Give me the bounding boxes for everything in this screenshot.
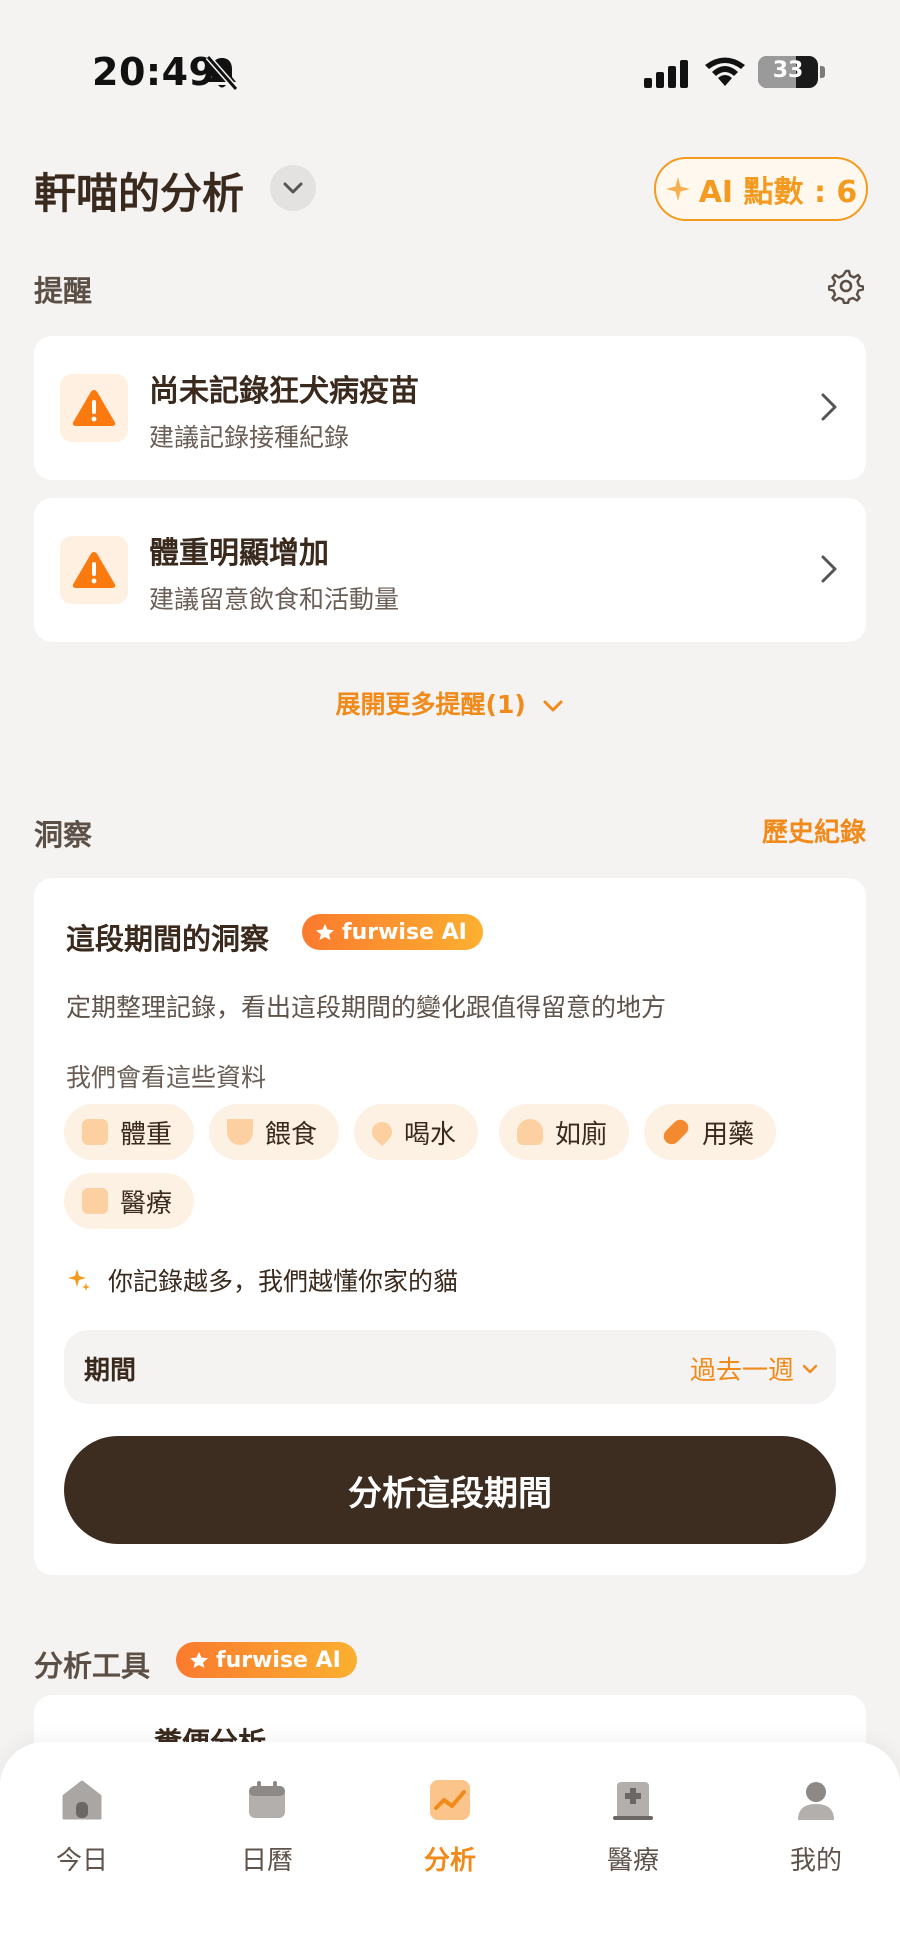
nav-label: 醫療 (606, 1846, 659, 1876)
wifi-icon (705, 57, 745, 86)
nav-label: 日曆 (240, 1846, 293, 1876)
battery-indicator: 33 (758, 56, 818, 88)
pet-switch-dropdown[interactable] (270, 165, 316, 211)
page-title: 軒喵的分析 (34, 169, 245, 218)
expand-more-label: 展開更多提醒(1) (335, 690, 526, 719)
tools-heading: 分析工具 (34, 1649, 151, 1683)
gear-icon[interactable] (828, 268, 864, 304)
nav-label: 我的 (789, 1846, 842, 1876)
period-value: 過去一週 (689, 1356, 794, 1386)
reminder-card-weight-increase[interactable]: 體重明顯增加 建議留意飲食和活動量 (34, 498, 866, 642)
insight-card-title: 這段期間的洞察 (66, 922, 270, 956)
furwise-badge-label: furwise AI (216, 1647, 341, 1673)
home-icon (62, 1780, 102, 1820)
ai-points-button[interactable]: AI 點數 : 6 (654, 157, 868, 221)
hospital-icon (82, 1188, 108, 1214)
expand-more-reminders-link[interactable]: 展開更多提醒(1) (0, 685, 900, 721)
chip-feeding: 餵食 (209, 1104, 340, 1160)
chip-medication: 用藥 (644, 1104, 777, 1160)
insight-description: 定期整理記錄，看出這段期間的變化跟值得留意的地方 (66, 993, 667, 1022)
hint-text: 你記錄越多，我們越懂你家的貓 (108, 1267, 459, 1296)
chip-label: 用藥 (702, 1119, 755, 1150)
chip-label: 體重 (120, 1119, 173, 1150)
warning-icon (72, 552, 116, 588)
data-sources-label: 我們會看這些資料 (66, 1063, 267, 1092)
ai-points-label: AI 點數 : 6 (698, 175, 858, 210)
period-dropdown[interactable]: 過去一週 (690, 1350, 818, 1387)
poop-icon (517, 1119, 543, 1145)
chart-icon (430, 1780, 470, 1820)
chip-water: 喝水 (354, 1104, 479, 1160)
furwise-logo-icon (316, 924, 334, 940)
nav-label: 分析 (423, 1846, 476, 1876)
period-selector[interactable]: 期間 過去一週 (64, 1330, 836, 1404)
furwise-logo-icon (190, 1652, 208, 1668)
nav-tab-calendar[interactable]: 日曆 (207, 1776, 327, 1877)
weight-icon (82, 1119, 108, 1145)
cellular-signal-icon (644, 60, 688, 88)
reminder-card-rabies-vaccine[interactable]: 尚未記錄狂犬病疫苗 建議記錄接種紀錄 (34, 336, 866, 480)
furwise-badge-label: furwise AI (342, 919, 467, 945)
history-link[interactable]: 歷史紀錄 (762, 812, 866, 849)
insights-heading: 洞察 (34, 818, 93, 852)
sparkle-icon (665, 177, 690, 201)
hospital-icon (613, 1782, 653, 1820)
analyze-period-button[interactable]: 分析這段期間 (64, 1436, 836, 1544)
chip-medical: 醫療 (64, 1173, 195, 1229)
chevron-down-icon (283, 182, 303, 194)
chip-label: 醫療 (120, 1188, 173, 1219)
nav-tab-today[interactable]: 今日 (22, 1776, 142, 1877)
chip-label: 餵食 (265, 1119, 318, 1150)
bell-off-icon (205, 55, 239, 91)
chip-weight: 體重 (64, 1104, 195, 1160)
nav-tab-profile[interactable]: 我的 (756, 1776, 876, 1877)
nav-tab-analysis[interactable]: 分析 (390, 1776, 510, 1877)
chevron-down-icon (543, 700, 563, 712)
profile-icon (798, 1782, 834, 1820)
chip-toilet: 如廁 (499, 1104, 630, 1160)
water-drop-icon (367, 1117, 397, 1147)
pill-icon (660, 1116, 692, 1148)
chip-label: 喝水 (404, 1119, 457, 1150)
insight-card: 這段期間的洞察 furwise AI 定期整理記錄，看出這段期間的變化跟值得留意… (34, 878, 866, 1575)
status-bar: 20:49 33 (0, 0, 900, 140)
warning-icon-box (60, 374, 128, 442)
furwise-ai-badge: furwise AI (302, 914, 483, 950)
bottom-navigation: 今日 日曆 分析 醫療 我的 (0, 1742, 900, 1957)
reminder-title: 尚未記錄狂犬病疫苗 (149, 374, 419, 409)
chevron-right-icon (821, 393, 837, 421)
warning-icon (72, 390, 116, 426)
calendar-icon (249, 1781, 285, 1818)
reminder-title: 體重明顯增加 (149, 536, 329, 571)
nav-tab-medical[interactable]: 醫療 (573, 1776, 693, 1877)
reminders-heading: 提醒 (34, 274, 93, 308)
nav-label: 今日 (55, 1846, 108, 1876)
warning-icon-box (60, 536, 128, 604)
sparkle-icon (68, 1269, 90, 1291)
chip-label: 如廁 (555, 1119, 608, 1150)
reminder-subtitle: 建議留意飲食和活動量 (149, 585, 400, 614)
record-more-hint: 你記錄越多，我們越懂你家的貓 (66, 1262, 458, 1298)
food-bowl-icon (227, 1119, 253, 1145)
battery-tip (820, 66, 825, 78)
period-label: 期間 (84, 1356, 137, 1386)
battery-level: 33 (772, 58, 804, 83)
chevron-right-icon (821, 555, 837, 583)
status-time: 20:49 (92, 50, 216, 94)
reminder-subtitle: 建議記錄接種紀錄 (149, 423, 350, 452)
furwise-ai-badge: furwise AI (176, 1642, 357, 1678)
chevron-down-icon (802, 1364, 818, 1373)
